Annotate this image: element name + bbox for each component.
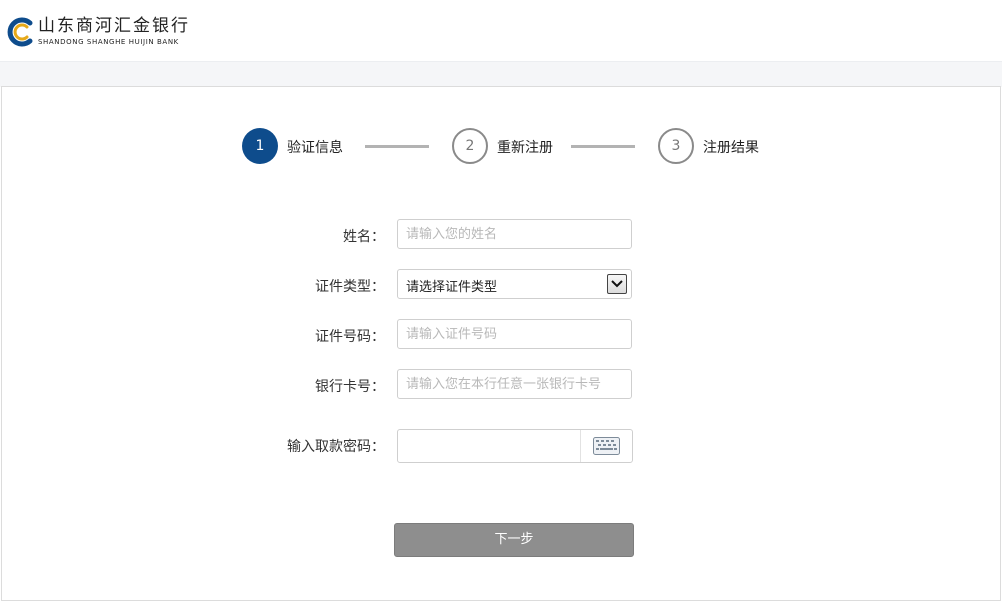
id-type-label: 证件类型： (315, 279, 385, 295)
card-number-field[interactable] (397, 369, 632, 399)
id-number-field[interactable] (397, 319, 632, 349)
id-number-label: 证件号码： (315, 329, 385, 345)
pin-input[interactable] (398, 430, 582, 462)
card-number-label: 银行卡号： (315, 379, 385, 395)
bank-logo[interactable]: 山东商河汇金银行 SHANDONG SHANGHE HUIJIN BANK (6, 15, 206, 49)
step-1-circle: 1 (242, 128, 278, 164)
id-type-selected: 请选择证件类型 (406, 280, 498, 295)
step-1-label: 验证信息 (287, 140, 343, 156)
step-connector (571, 145, 635, 148)
step-3-circle: 3 (658, 128, 694, 164)
id-number-input[interactable] (398, 320, 631, 348)
field-divider (580, 430, 581, 462)
pin-label: 输入取款密码： (287, 439, 385, 455)
header: 山东商河汇金银行 SHANDONG SHANGHE HUIJIN BANK (0, 0, 1002, 61)
keyboard-icon[interactable] (593, 437, 620, 455)
next-step-button[interactable]: 下一步 (394, 523, 634, 557)
bank-logo-icon (7, 17, 33, 47)
chevron-down-icon[interactable] (607, 274, 627, 294)
header-band (0, 61, 1002, 87)
pin-field[interactable] (397, 429, 633, 463)
card-number-input[interactable] (398, 370, 631, 398)
name-field[interactable] (397, 219, 632, 249)
step-3-label: 注册结果 (703, 140, 759, 156)
id-type-select[interactable]: 请选择证件类型 (397, 269, 632, 299)
name-input[interactable] (398, 220, 631, 248)
step-connector (365, 145, 429, 148)
step-indicator: 1 验证信息 2 重新注册 3 注册结果 (242, 128, 802, 164)
step-2-circle: 2 (452, 128, 488, 164)
step-2-label: 重新注册 (497, 140, 553, 156)
name-label: 姓名： (343, 229, 385, 245)
bank-name-cn: 山东商河汇金银行 (38, 16, 190, 36)
bank-name-en: SHANDONG SHANGHE HUIJIN BANK (38, 38, 179, 46)
